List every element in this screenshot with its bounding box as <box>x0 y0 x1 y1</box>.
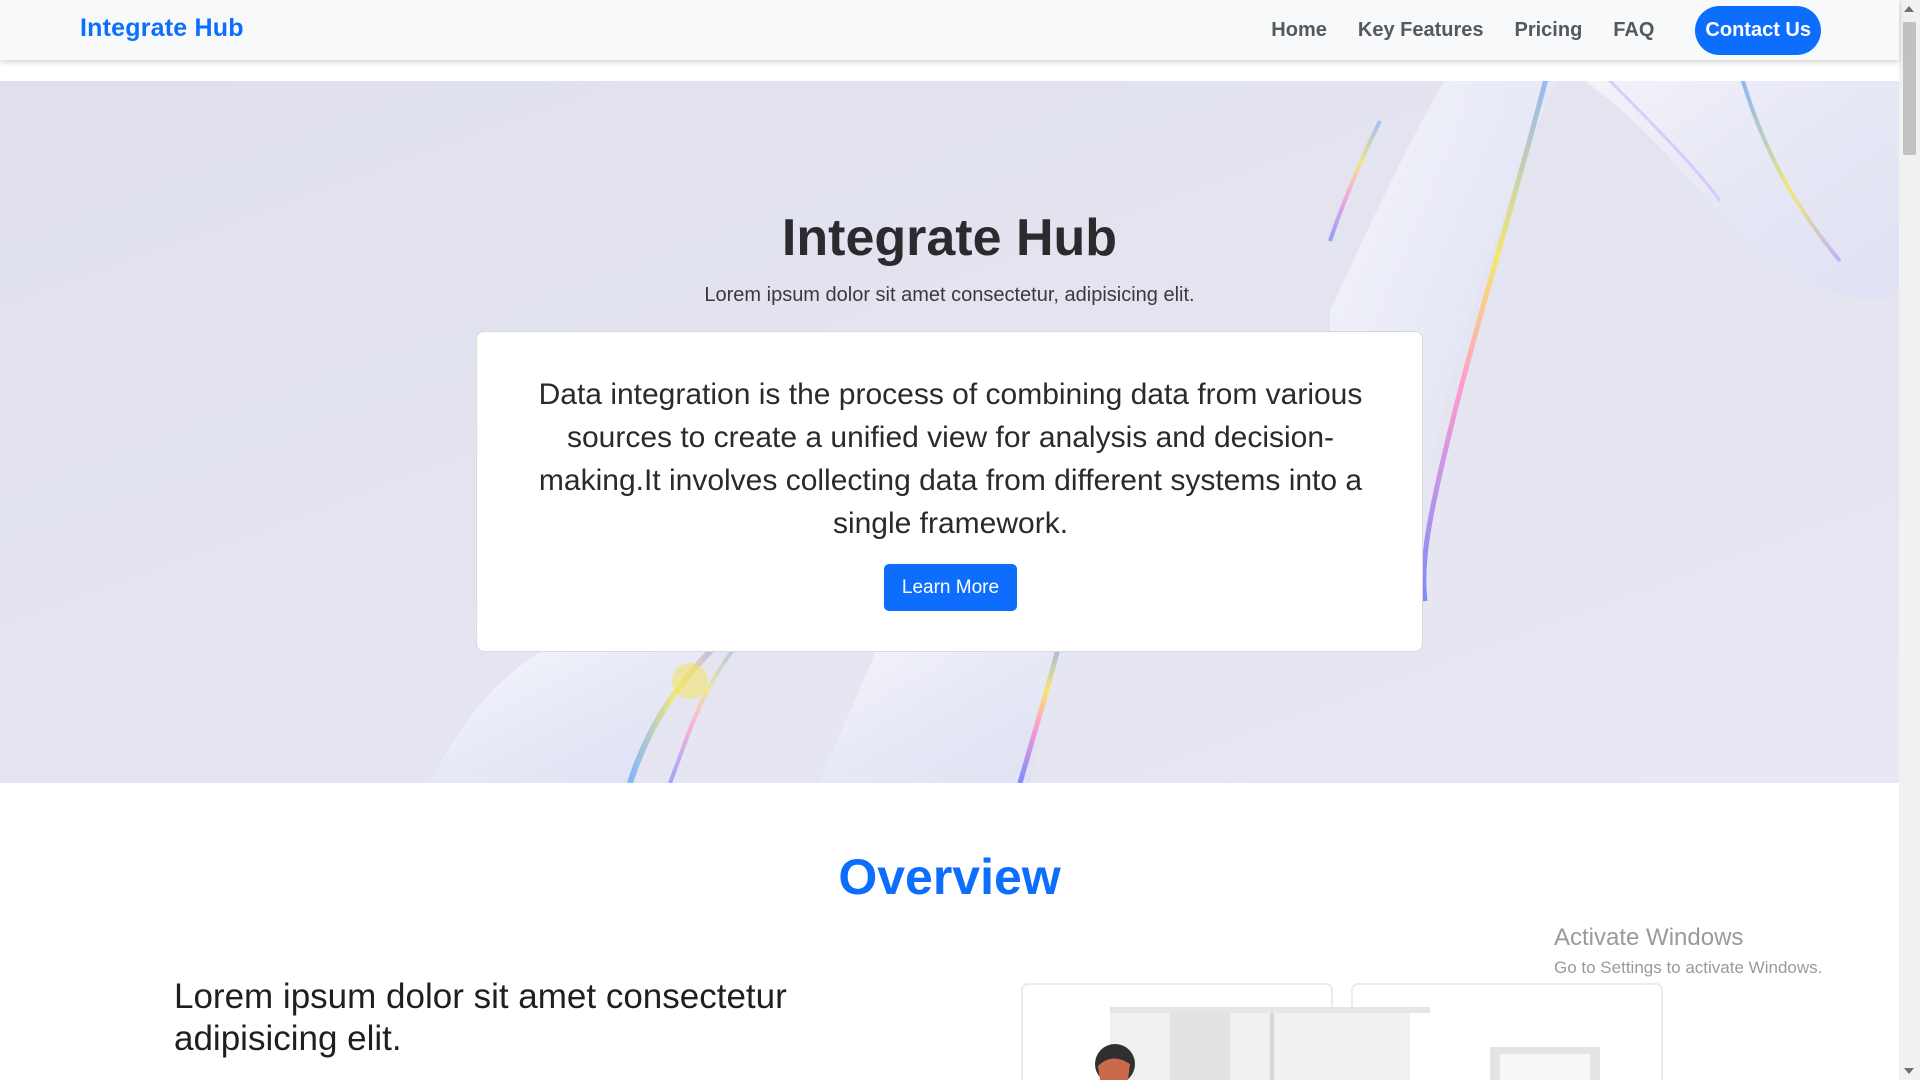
nav-links: Home Key Features Pricing FAQ Contact Us <box>1271 5 1821 55</box>
hero-section: Integrate Hub Lorem ipsum dolor sit amet… <box>0 81 1899 783</box>
scroll-down-arrow-icon[interactable] <box>1904 1068 1914 1074</box>
hero-card-text: Data integration is the process of combi… <box>538 378 1363 540</box>
page-scrollbar[interactable] <box>1899 0 1920 1080</box>
learn-more-button[interactable]: Learn More <box>884 564 1017 611</box>
nav-link-faq[interactable]: FAQ <box>1613 5 1654 55</box>
nav-link-key-features[interactable]: Key Features <box>1358 5 1484 55</box>
activate-windows-watermark: Activate Windows Go to Settings to activ… <box>1554 924 1822 978</box>
watermark-line1: Activate Windows <box>1554 924 1744 951</box>
overview-title: Overview <box>838 849 1061 905</box>
nav-link-home[interactable]: Home <box>1271 5 1327 55</box>
scroll-up-arrow-icon[interactable] <box>1904 6 1914 12</box>
navbar: Integrate Hub Home Key Features Pricing … <box>0 0 1899 60</box>
page: Integrate Hub Home Key Features Pricing … <box>0 0 1920 1080</box>
overview-heading: Lorem ipsum dolor sit amet consectetur a… <box>174 977 787 1058</box>
hero-title: Integrate Hub <box>781 209 1118 267</box>
brand-logo[interactable]: Integrate Hub <box>80 14 244 43</box>
nav-link-pricing[interactable]: Pricing <box>1515 5 1583 55</box>
hero-subtitle: Lorem ipsum dolor sit amet consectetur, … <box>704 284 1195 306</box>
contact-us-button[interactable]: Contact Us <box>1695 5 1821 55</box>
scrollbar-thumb[interactable] <box>1903 22 1916 155</box>
overview-illustration <box>1021 983 1663 1080</box>
watermark-line2: Go to Settings to activate Windows. <box>1554 958 1823 977</box>
hero-card: Data integration is the process of combi… <box>476 331 1423 652</box>
